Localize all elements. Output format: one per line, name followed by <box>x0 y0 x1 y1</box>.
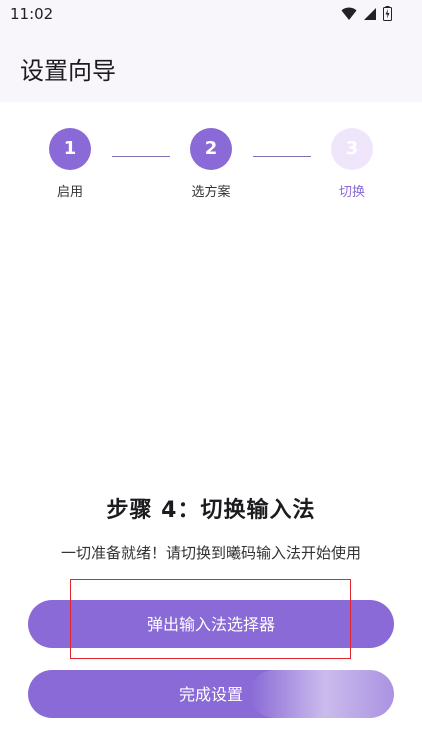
status-time: 11:02 <box>10 5 54 23</box>
step-2: 2 选方案 <box>181 128 241 200</box>
step-connector <box>253 156 311 157</box>
status-bar: 11:02 <box>0 0 422 30</box>
step-title: 步骤 4：切换输入法 <box>106 498 316 523</box>
step-1: 1 启用 <box>40 128 100 200</box>
step-3-label: 切换 <box>338 185 365 200</box>
signal-icon <box>364 7 376 20</box>
step-2-label: 选方案 <box>191 185 231 200</box>
show-input-method-picker-button[interactable]: 弹出输入法选择器 <box>28 600 394 648</box>
page-title: 设置向导 <box>20 57 116 85</box>
step-description: 一切准备就绪！请切换到曦码输入法开始使用 <box>60 544 361 562</box>
finish-setup-button[interactable]: 完成设置 <box>28 670 394 718</box>
step-3: 3 切换 <box>322 128 382 200</box>
step-1-label: 启用 <box>56 185 83 200</box>
stepper: 1 启用 2 选方案 3 切换 <box>0 128 422 208</box>
step-1-circle: 1 <box>49 128 91 170</box>
wifi-icon <box>341 7 357 20</box>
step-3-circle: 3 <box>331 128 373 170</box>
status-icons <box>341 6 392 21</box>
step-connector <box>112 156 170 157</box>
step-2-circle: 2 <box>190 128 232 170</box>
app-bar: 设置向导 <box>0 30 422 102</box>
battery-icon <box>383 6 392 21</box>
